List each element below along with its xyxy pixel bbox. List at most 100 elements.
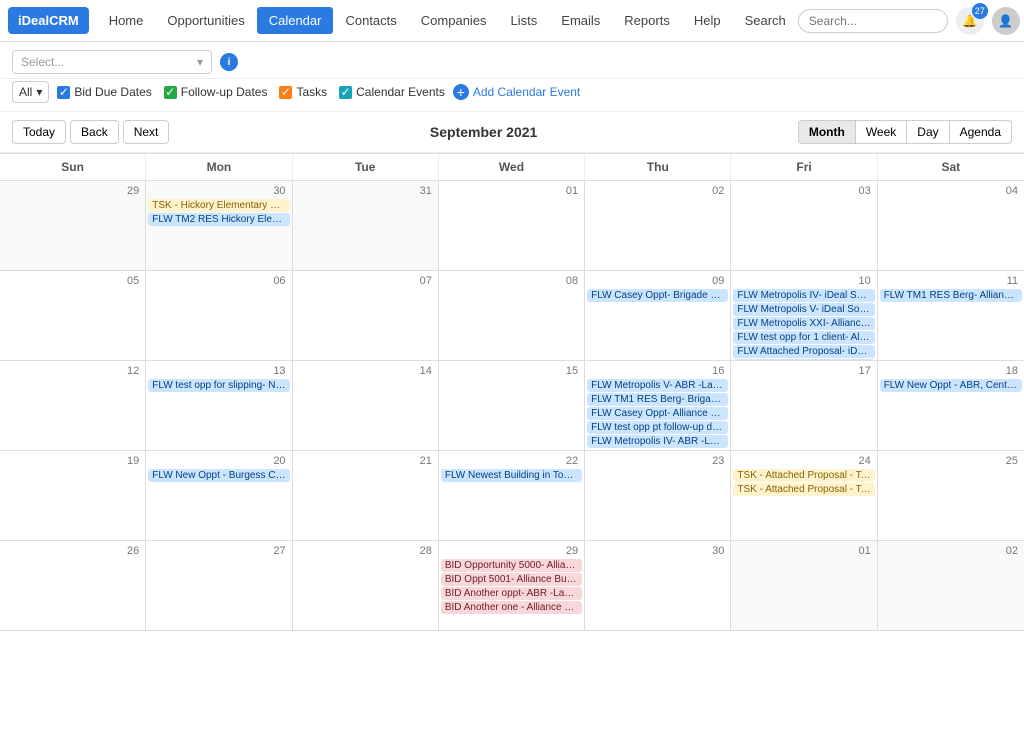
calendar-event[interactable]: FLW Casey Oppt- Alliance Builders... xyxy=(587,407,728,420)
calendar-cell[interactable]: 04 xyxy=(878,181,1024,271)
calendar-cell[interactable]: 16FLW Metropolis V- ABR -Laura AFLW TM1 … xyxy=(585,361,731,451)
nav-item-emails[interactable]: Emails xyxy=(549,7,612,34)
date-number: 27 xyxy=(148,543,289,559)
date-number: 17 xyxy=(733,363,874,379)
calendar-cell[interactable]: 11FLW TM1 RES Berg- Alliance Build... xyxy=(878,271,1024,361)
info-icon[interactable]: i xyxy=(220,53,238,71)
calendar-event[interactable]: FLW Attached Proposal- iDeal Sof... xyxy=(733,345,874,358)
calendar-cell[interactable]: 03 xyxy=(731,181,877,271)
calendar-cell[interactable]: 29 xyxy=(0,181,146,271)
calendar-cell[interactable]: 24TSK - Attached Proposal - Task ...TSK … xyxy=(731,451,877,541)
calendar-cell[interactable]: 01 xyxy=(731,541,877,631)
calendar-cell[interactable]: 12 xyxy=(0,361,146,451)
nav-item-lists[interactable]: Lists xyxy=(499,7,550,34)
next-button[interactable]: Next xyxy=(123,120,170,144)
calendar-cell[interactable]: 17 xyxy=(731,361,877,451)
calendar-event[interactable]: TSK - Attached Proposal - Task ... xyxy=(733,483,874,496)
view-day-button[interactable]: Day xyxy=(907,120,949,144)
calendar-cell[interactable]: 28 xyxy=(293,541,439,631)
calendar-event[interactable]: FLW test opp for 1 client- Alliance.... xyxy=(733,331,874,344)
filter-all-select[interactable]: All ▾ xyxy=(12,81,49,103)
calendar-event[interactable]: FLW Newest Building in Town- Alli... xyxy=(441,469,582,482)
calendar-event[interactable]: FLW TM1 RES Berg- Alliance Build... xyxy=(880,289,1022,302)
checkbox-bid-due-dates[interactable]: ✓Bid Due Dates xyxy=(57,85,151,99)
calendar-cell[interactable]: 29BID Opportunity 5000- Alliance B...BID… xyxy=(439,541,585,631)
nav-item-contacts[interactable]: Contacts xyxy=(333,7,408,34)
calendar-event[interactable]: FLW Metropolis IV- ABR -Laura A xyxy=(587,435,728,448)
nav-item-home[interactable]: Home xyxy=(97,7,156,34)
calendar-cell[interactable]: 27 xyxy=(146,541,292,631)
calendar-event[interactable]: FLW Metropolis V- iDeal Software ... xyxy=(733,303,874,316)
calendar-cell[interactable]: 22FLW Newest Building in Town- Alli... xyxy=(439,451,585,541)
date-number: 22 xyxy=(441,453,582,469)
calendar-event[interactable]: TSK - Attached Proposal - Task ... xyxy=(733,469,874,482)
today-button[interactable]: Today xyxy=(12,120,66,144)
calendar-event[interactable]: FLW Metropolis V- ABR -Laura A xyxy=(587,379,728,392)
nav-item-companies[interactable]: Companies xyxy=(409,7,499,34)
calendar-event[interactable]: TSK - Hickory Elementary Scho... xyxy=(148,199,289,212)
search-input[interactable] xyxy=(798,9,948,33)
date-number: 03 xyxy=(733,183,874,199)
calendar-cell[interactable]: 30TSK - Hickory Elementary Scho...FLW TM… xyxy=(146,181,292,271)
calendar-event[interactable]: FLW test opp pt follow-up date- i... xyxy=(587,421,728,434)
calendar-cell[interactable]: 19 xyxy=(0,451,146,541)
nav-item-opportunities[interactable]: Opportunities xyxy=(155,7,256,34)
calendar-cell[interactable]: 07 xyxy=(293,271,439,361)
toolbar-row1: Select... ▾ i xyxy=(0,42,1024,79)
nav-item-search[interactable]: Search xyxy=(733,7,798,34)
calendar-event[interactable]: FLW New Oppt - ABR, Centron -La... xyxy=(880,379,1022,392)
calendar-cell[interactable]: 21 xyxy=(293,451,439,541)
calendar-cell[interactable]: 02 xyxy=(878,541,1024,631)
calendar-cell[interactable]: 23 xyxy=(585,451,731,541)
calendar-event[interactable]: FLW TM2 RES Hickory Elementary ... xyxy=(148,213,289,226)
day-header-sun: Sun xyxy=(0,154,146,180)
add-calendar-event-button[interactable]: + Add Calendar Event xyxy=(453,84,580,100)
date-number: 05 xyxy=(2,273,143,289)
calendar-cell[interactable]: 26 xyxy=(0,541,146,631)
calendar-cell[interactable]: 08 xyxy=(439,271,585,361)
calendar-cell[interactable]: 31 xyxy=(293,181,439,271)
view-agenda-button[interactable]: Agenda xyxy=(950,120,1012,144)
date-number: 26 xyxy=(2,543,143,559)
calendar-cell[interactable]: 18FLW New Oppt - ABR, Centron -La... xyxy=(878,361,1024,451)
checkbox-tasks[interactable]: ✓Tasks xyxy=(279,85,327,99)
calendar-cell[interactable]: 15 xyxy=(439,361,585,451)
calendar-event[interactable]: FLW Metropolis XXI- Alliance Buil... xyxy=(733,317,874,330)
calendar-cell[interactable]: 06 xyxy=(146,271,292,361)
calendar-cell[interactable]: 02 xyxy=(585,181,731,271)
day-header-mon: Mon xyxy=(146,154,292,180)
calendar-cell[interactable]: 25 xyxy=(878,451,1024,541)
calendar-event[interactable]: FLW New Oppt - Burgess Constru... xyxy=(148,469,289,482)
checkbox-follow-up-dates[interactable]: ✓Follow-up Dates xyxy=(164,85,268,99)
calendar-event[interactable]: BID Oppt 5001- Alliance Builders -... xyxy=(441,573,582,586)
user-avatar[interactable]: 👤 xyxy=(992,7,1020,35)
view-week-button[interactable]: Week xyxy=(856,120,907,144)
calendar-cell[interactable]: 13FLW test opp for slipping- New C... xyxy=(146,361,292,451)
date-number: 19 xyxy=(2,453,143,469)
calendar-cell[interactable]: 14 xyxy=(293,361,439,451)
calendar-cell[interactable]: 01 xyxy=(439,181,585,271)
nav-item-help[interactable]: Help xyxy=(682,7,733,34)
calendar-event[interactable]: BID Another one - Alliance Builder... xyxy=(441,601,582,614)
calendar-event[interactable]: FLW Casey Oppt- Brigade General... xyxy=(587,289,728,302)
checkbox-calendar-events[interactable]: ✓Calendar Events xyxy=(339,85,445,99)
date-number: 31 xyxy=(295,183,436,199)
nav-item-reports[interactable]: Reports xyxy=(612,7,682,34)
calendar-cell[interactable]: 05 xyxy=(0,271,146,361)
calendar-event[interactable]: BID Opportunity 5000- Alliance B... xyxy=(441,559,582,572)
calendar-event[interactable]: FLW test opp for slipping- New C... xyxy=(148,379,289,392)
view-month-button[interactable]: Month xyxy=(798,120,856,144)
calendar-event[interactable]: FLW Metropolis IV- iDeal Software... xyxy=(733,289,874,302)
calendar-event[interactable]: BID Another oppt- ABR -Laura A xyxy=(441,587,582,600)
select-dropdown[interactable]: Select... ▾ xyxy=(12,50,212,74)
calendar-cell[interactable]: 30 xyxy=(585,541,731,631)
nav-item-calendar[interactable]: Calendar xyxy=(257,7,334,34)
calendar-cell[interactable]: 20FLW New Oppt - Burgess Constru... xyxy=(146,451,292,541)
notifications-button[interactable]: 🔔 27 xyxy=(956,7,984,35)
date-number: 25 xyxy=(880,453,1022,469)
calendar-cell[interactable]: 10FLW Metropolis IV- iDeal Software...FL… xyxy=(731,271,877,361)
calendar-cell[interactable]: 09FLW Casey Oppt- Brigade General... xyxy=(585,271,731,361)
calendar-event[interactable]: FLW TM1 RES Berg- Brigade Gene... xyxy=(587,393,728,406)
date-number: 18 xyxy=(880,363,1022,379)
back-button[interactable]: Back xyxy=(70,120,119,144)
